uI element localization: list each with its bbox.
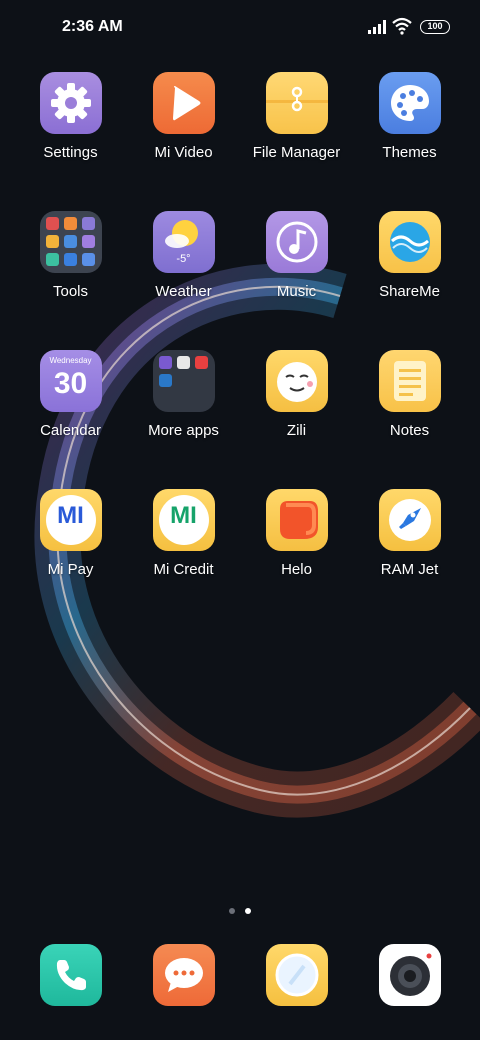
weather-icon: -5° <box>152 211 215 273</box>
more-apps-folder-icon <box>152 350 215 412</box>
app-themes[interactable]: Themes <box>353 72 466 161</box>
folder-icon <box>265 72 328 134</box>
app-label: RAM Jet <box>380 561 439 578</box>
browser-icon <box>265 944 328 1006</box>
shareme-icon <box>378 211 441 273</box>
music-icon <box>265 211 328 273</box>
app-file-manager[interactable]: File Manager <box>240 72 353 161</box>
app-zili[interactable]: Zili <box>240 350 353 439</box>
app-label: Notes <box>389 422 430 439</box>
app-label: Weather <box>155 283 212 300</box>
app-label: Tools <box>52 283 89 300</box>
app-weather[interactable]: -5° Weather <box>127 211 240 300</box>
helo-icon <box>265 489 328 551</box>
palette-icon <box>378 72 441 134</box>
app-label: Themes <box>382 144 437 161</box>
app-label: Music <box>276 283 317 300</box>
mi-video-icon <box>152 72 215 134</box>
mi-pay-icon: MI <box>39 489 102 551</box>
app-calendar[interactable]: Wednesday 30 Calendar <box>14 350 127 439</box>
app-mi-credit[interactable]: MI Mi Credit <box>127 489 240 578</box>
app-label: Mi Pay <box>47 561 94 578</box>
app-settings[interactable]: Settings <box>14 72 127 161</box>
mi-pay-logo: MI <box>57 502 84 529</box>
rocket-icon <box>378 489 441 551</box>
app-label: Mi Video <box>154 144 213 161</box>
camera-icon <box>378 944 441 1006</box>
battery-level: 100 <box>427 21 443 31</box>
app-label: Mi Credit <box>153 561 214 578</box>
page-indicator <box>0 901 480 919</box>
app-label: Calendar <box>40 422 101 439</box>
calendar-day: 30 <box>53 367 88 400</box>
app-label: Helo <box>281 561 312 578</box>
battery-icon: 100 <box>420 20 450 34</box>
zili-icon <box>265 350 328 412</box>
app-label: ShareMe <box>379 283 440 300</box>
app-mi-pay[interactable]: MI Mi Pay <box>14 489 127 578</box>
dock-browser[interactable] <box>240 944 353 1006</box>
app-ram-jet[interactable]: RAM Jet <box>353 489 466 578</box>
status-time: 2:36 AM <box>62 18 123 35</box>
app-label: Zili <box>286 422 307 439</box>
page-dot-2-active[interactable] <box>245 908 251 914</box>
phone-icon <box>39 944 102 1006</box>
weather-temp: -5° <box>176 253 191 265</box>
settings-icon <box>39 72 102 134</box>
app-music[interactable]: Music <box>240 211 353 300</box>
app-label: More apps <box>148 422 219 439</box>
app-label: File Manager <box>252 144 341 161</box>
dock-camera[interactable] <box>353 944 466 1006</box>
app-label: Settings <box>43 144 98 161</box>
notes-icon <box>378 350 441 412</box>
mi-credit-icon: MI <box>152 489 215 551</box>
app-shareme[interactable]: ShareMe <box>353 211 466 300</box>
wifi-icon <box>392 17 412 35</box>
dock-phone[interactable] <box>14 944 127 1006</box>
status-bar: 2:36 AM 100 <box>0 0 480 56</box>
folder-more-apps[interactable]: More apps <box>127 350 240 439</box>
tools-folder-icon <box>39 211 102 273</box>
signal-icon <box>368 20 386 34</box>
folder-tools[interactable]: Tools <box>14 211 127 300</box>
page-dot-1[interactable] <box>229 908 235 914</box>
dock-messages[interactable] <box>127 944 240 1006</box>
app-helo[interactable]: Helo <box>240 489 353 578</box>
messages-icon <box>152 944 215 1006</box>
calendar-weekday: Wednesday <box>49 356 92 365</box>
calendar-icon: Wednesday 30 <box>39 350 102 412</box>
mi-credit-logo: MI <box>170 502 197 529</box>
app-notes[interactable]: Notes <box>353 350 466 439</box>
app-mi-video[interactable]: Mi Video <box>127 72 240 161</box>
